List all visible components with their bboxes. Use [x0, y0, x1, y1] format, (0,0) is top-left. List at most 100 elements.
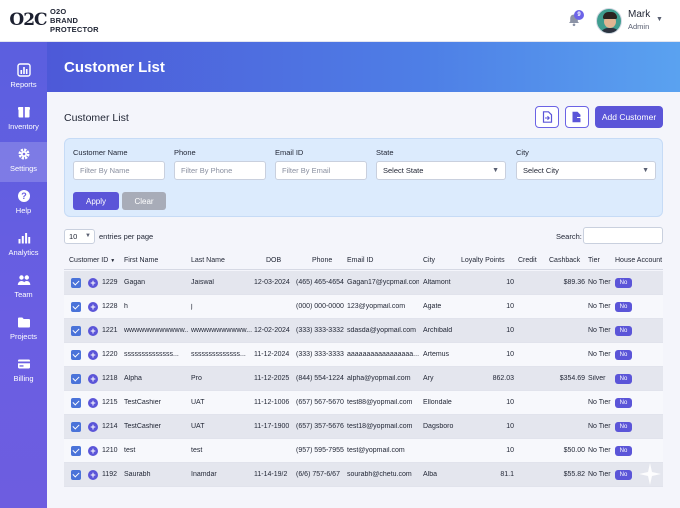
clear-button[interactable]: Clear — [122, 192, 166, 210]
entries-label: entries per page — [99, 232, 154, 241]
sidebar-item-label: Billing — [13, 374, 34, 383]
sidebar-item-label: Projects — [9, 332, 38, 341]
import-file-icon — [572, 111, 583, 123]
cell-city: Altamont — [423, 279, 451, 286]
row-checkbox[interactable] — [71, 470, 81, 480]
house-account-badge[interactable]: No — [615, 326, 632, 336]
user-name[interactable]: Mark — [628, 9, 650, 20]
export-button[interactable] — [535, 106, 559, 128]
house-account-badge[interactable]: No — [615, 302, 632, 312]
avatar[interactable] — [596, 8, 622, 34]
column-header-email[interactable]: Email ID — [347, 257, 373, 264]
add-customer-button[interactable]: Add Customer — [595, 106, 663, 128]
cell-phone: (000) 000-0000 — [296, 303, 344, 310]
house-account-badge[interactable]: No — [615, 374, 632, 384]
column-header-tier[interactable]: Tier — [588, 257, 600, 264]
table-row[interactable]: +1192 Saurabh Inamdar 11-14-19/2 (6/6) 757-6… — [64, 463, 663, 487]
sidebar-item-billing[interactable]: Billing — [0, 352, 47, 392]
sidebar-item-inventory[interactable]: Inventory — [0, 100, 47, 140]
table-row[interactable]: +1220 ssssssssssssss... ssssssssssssss... 1… — [64, 343, 663, 367]
sidebar-item-projects[interactable]: Projects — [0, 310, 47, 350]
cell-customer-id: 1220 — [102, 351, 118, 358]
cell-first-name: TestCashier — [124, 423, 161, 430]
cell-dob: 11-12-2025 — [254, 375, 290, 382]
cell-tier: No Tier — [588, 399, 611, 406]
expand-row-icon[interactable]: + — [88, 374, 98, 384]
row-checkbox[interactable] — [71, 278, 81, 288]
sidebar-item-help[interactable]: ? Help — [0, 184, 47, 224]
expand-row-icon[interactable]: + — [88, 350, 98, 360]
table-row[interactable]: +1229 Gagan Jaiswal 12-03-2024 (465) 465-465… — [64, 271, 663, 295]
column-header-last-name[interactable]: Last Name — [191, 257, 225, 264]
sidebar-item-team[interactable]: Team — [0, 268, 47, 308]
cell-tier: No Tier — [588, 447, 611, 454]
cell-cashback: $354.69 — [559, 375, 585, 382]
row-checkbox[interactable] — [71, 302, 81, 312]
sidebar-item-reports[interactable]: Reports — [0, 58, 47, 98]
sidebar-item-analytics[interactable]: Analytics — [0, 226, 47, 266]
column-header-credit[interactable]: Credit — [518, 257, 537, 264]
table-row[interactable]: +1218 Alpha Pro 11-12-2025 (844) 554-1224 alp… — [64, 367, 663, 391]
column-header-customer-id[interactable]: Customer ID ▼ — [69, 257, 115, 264]
cell-tier: No Tier — [588, 327, 611, 334]
expand-row-icon[interactable]: + — [88, 278, 98, 288]
sidebar-item-settings[interactable]: Settings — [0, 142, 47, 182]
table-row[interactable]: +1228 h j (000) 000-0000 123@yopmail.com Agat… — [64, 295, 663, 319]
column-header-dob[interactable]: DOB — [266, 257, 281, 264]
row-checkbox[interactable] — [71, 326, 81, 336]
svg-text:?: ? — [21, 191, 27, 201]
cell-loyalty-points: 10 — [506, 351, 514, 358]
cell-dob: 12-02-2024 — [254, 327, 290, 334]
cell-phone: (657) 567-5670 — [296, 399, 344, 406]
state-select[interactable]: Select State ▼ — [376, 161, 506, 180]
content-card: Customer List Add Customer Customer Name… — [47, 92, 680, 508]
house-account-badge[interactable]: No — [615, 422, 632, 432]
column-header-loyalty-points[interactable]: Loyalty Points — [461, 257, 505, 264]
house-account-badge[interactable]: No — [615, 350, 632, 360]
cell-first-name: Gagan — [124, 279, 146, 286]
house-account-badge[interactable]: No — [615, 278, 632, 288]
expand-row-icon[interactable]: + — [88, 302, 98, 312]
column-header-city[interactable]: City — [423, 257, 435, 264]
entries-per-page-select[interactable]: 10 ▼ — [64, 229, 95, 244]
customer-name-input[interactable]: Filter By Name — [73, 161, 165, 180]
sidebar-item-label: Inventory — [8, 122, 39, 131]
house-account-badge[interactable]: No — [615, 398, 632, 408]
cell-email: sdasda@yopmail.com — [347, 327, 416, 334]
row-checkbox[interactable] — [71, 446, 81, 456]
sidebar-item-label: Help — [15, 206, 32, 215]
cell-dob: 11-12-1006 — [254, 399, 290, 406]
search-input[interactable] — [583, 227, 663, 244]
house-account-badge[interactable]: No — [615, 470, 632, 480]
expand-row-icon[interactable]: + — [88, 326, 98, 336]
row-checkbox[interactable] — [71, 350, 81, 360]
cell-loyalty-points: 10 — [506, 327, 514, 334]
cell-email: sourabh@chetu.com — [347, 471, 412, 478]
sparkle-icon — [639, 463, 661, 485]
apply-button[interactable]: Apply — [73, 192, 119, 210]
table-row[interactable]: +1210 test test (957) 595-7955 test@yopmail.… — [64, 439, 663, 463]
column-header-cashback[interactable]: Cashback — [549, 257, 580, 264]
row-checkbox[interactable] — [71, 374, 81, 384]
expand-row-icon[interactable]: + — [88, 422, 98, 432]
house-account-badge[interactable]: No — [615, 446, 632, 456]
table-row[interactable]: +1215 TestCashier UAT 11-12-1006 (657) 567-5… — [64, 391, 663, 415]
brand-logo[interactable]: O2C — [9, 5, 48, 35]
chevron-down-icon[interactable]: ▼ — [656, 16, 663, 23]
column-header-phone[interactable]: Phone — [312, 257, 332, 264]
expand-row-icon[interactable]: + — [88, 398, 98, 408]
import-button[interactable] — [565, 106, 589, 128]
table-row[interactable]: +1214 TestCashier UAT 11-17-1900 (657) 357-5… — [64, 415, 663, 439]
city-select[interactable]: Select City ▼ — [516, 161, 656, 180]
expand-row-icon[interactable]: + — [88, 470, 98, 480]
sidebar: Reports Inventory Settings ? Help Analyt… — [0, 42, 47, 508]
phone-input[interactable]: Filter By Phone — [174, 161, 266, 180]
row-checkbox[interactable] — [71, 398, 81, 408]
column-header-first-name[interactable]: First Name — [124, 257, 158, 264]
table-row[interactable]: +1221 wwwwwwwwwwww... wwwwwwwwwww... 12-02-… — [64, 319, 663, 343]
expand-row-icon[interactable]: + — [88, 446, 98, 456]
cell-first-name: h — [124, 303, 128, 310]
row-checkbox[interactable] — [71, 422, 81, 432]
column-header-house-account[interactable]: House Account — [615, 257, 662, 264]
email-input[interactable]: Filter By Email — [275, 161, 367, 180]
